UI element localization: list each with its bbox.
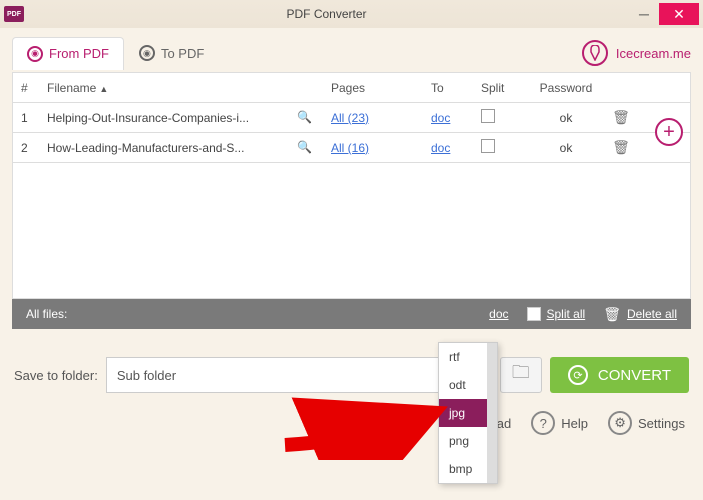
table-empty-area[interactable]: [13, 163, 690, 298]
save-folder-label: Save to folder:: [14, 368, 98, 383]
format-link[interactable]: doc: [431, 141, 450, 155]
format-dropdown[interactable]: rtf odt jpg png bmp: [438, 342, 498, 484]
icecream-icon: [582, 40, 608, 66]
dropdown-option-jpg[interactable]: jpg: [439, 399, 497, 427]
dropdown-option-rtf[interactable]: rtf: [439, 343, 497, 371]
col-pages[interactable]: Pages: [331, 81, 431, 95]
dropdown-option-png[interactable]: png: [439, 427, 497, 455]
split-all-link[interactable]: Split all: [547, 307, 586, 321]
tab-label: From PDF: [49, 46, 109, 61]
table-header: # Filename▲ Pages To Split Password: [13, 73, 690, 103]
settings-button[interactable]: ⚙Settings: [608, 411, 685, 435]
col-split[interactable]: Split: [481, 81, 531, 95]
bulk-actions-bar: All files: doc Split all 🗑 Delete all: [12, 299, 691, 329]
row-number: 2: [13, 141, 41, 155]
help-icon: ?: [531, 411, 555, 435]
format-link[interactable]: doc: [431, 111, 450, 125]
col-number[interactable]: #: [13, 81, 41, 95]
preview-icon[interactable]: 🔍: [297, 110, 312, 124]
password-status: ok: [531, 111, 601, 125]
row-number: 1: [13, 111, 41, 125]
col-filename[interactable]: Filename▲: [41, 81, 331, 95]
footer: ↑Upgrad ?Help ⚙Settings: [0, 405, 703, 441]
brand-text: Icecream.me: [616, 46, 691, 61]
password-status: ok: [531, 141, 601, 155]
close-button[interactable]: ✕: [659, 3, 699, 25]
col-to[interactable]: To: [431, 81, 481, 95]
help-button[interactable]: ?Help: [531, 411, 588, 435]
filename: Helping-Out-Insurance-Companies-i...: [47, 111, 297, 125]
tabs-row: ◉ From PDF ◉ To PDF Icecream.me: [0, 28, 703, 72]
save-row: Save to folder: 🗀 ⟳ CONVERT: [0, 329, 703, 405]
window-title: PDF Converter: [24, 7, 629, 21]
minimize-button[interactable]: ─: [629, 3, 659, 25]
dropdown-option-odt[interactable]: odt: [439, 371, 497, 399]
browse-folder-button[interactable]: 🗀: [500, 357, 542, 393]
tab-label: To PDF: [161, 46, 204, 61]
from-pdf-icon: ◉: [27, 46, 43, 62]
col-password[interactable]: Password: [531, 81, 601, 95]
convert-button[interactable]: ⟳ CONVERT: [550, 357, 689, 393]
title-bar: PDF PDF Converter ─ ✕: [0, 0, 703, 28]
bulk-format-link[interactable]: doc: [489, 307, 508, 321]
pages-link[interactable]: All (23): [331, 111, 369, 125]
file-table: # Filename▲ Pages To Split Password 1 He…: [12, 72, 691, 299]
trash-icon[interactable]: 🗑: [612, 109, 630, 125]
add-file-button[interactable]: +: [655, 118, 683, 146]
table-row: 2 How-Leading-Manufacturers-and-S...🔍 Al…: [13, 133, 690, 163]
app-icon: PDF: [4, 6, 24, 22]
tab-to-pdf[interactable]: ◉ To PDF: [124, 36, 219, 70]
split-checkbox[interactable]: [481, 109, 495, 123]
filename: How-Leading-Manufacturers-and-S...: [47, 141, 297, 155]
sort-asc-icon: ▲: [99, 84, 108, 94]
split-checkbox[interactable]: [481, 139, 495, 153]
save-folder-input[interactable]: [106, 357, 492, 393]
trash-icon[interactable]: 🗑: [612, 139, 630, 155]
to-pdf-icon: ◉: [139, 45, 155, 61]
table-row: 1 Helping-Out-Insurance-Companies-i...🔍 …: [13, 103, 690, 133]
convert-label: CONVERT: [598, 367, 671, 384]
delete-all-link[interactable]: Delete all: [627, 307, 677, 321]
convert-icon: ⟳: [568, 365, 588, 385]
brand-link[interactable]: Icecream.me: [582, 40, 691, 66]
gear-icon: ⚙: [608, 411, 632, 435]
pages-link[interactable]: All (16): [331, 141, 369, 155]
tab-from-pdf[interactable]: ◉ From PDF: [12, 37, 124, 70]
dropdown-option-bmp[interactable]: bmp: [439, 455, 497, 483]
split-all-checkbox[interactable]: [527, 307, 541, 321]
all-files-label: All files:: [26, 307, 67, 321]
preview-icon[interactable]: 🔍: [297, 140, 312, 154]
trash-icon: 🗑: [603, 306, 621, 323]
